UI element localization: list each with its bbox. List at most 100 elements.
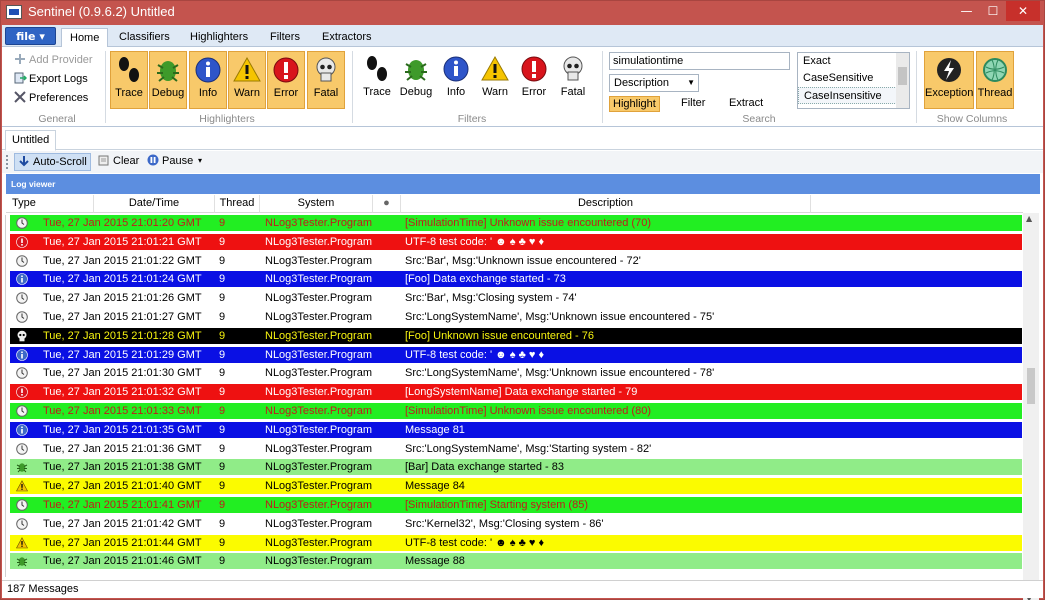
auto-scroll-label: Auto-Scroll bbox=[33, 156, 87, 168]
table-row[interactable]: Tue, 27 Jan 2015 21:01:20 GMT 9 NLog3Teste… bbox=[10, 215, 1022, 231]
clock-icon bbox=[16, 217, 28, 229]
clock-icon bbox=[16, 442, 28, 455]
table-row[interactable]: Tue, 27 Jan 2015 21:01:41 GMT 9 NLog3Teste… bbox=[10, 497, 1022, 513]
match-option-casesensitive[interactable]: CaseSensitive bbox=[798, 70, 909, 87]
table-row[interactable]: Tue, 27 Jan 2015 21:01:35 GMT 9 NLog3Teste… bbox=[10, 421, 1022, 438]
cell-system: NLog3Tester.Program bbox=[265, 423, 372, 436]
table-row[interactable]: Tue, 27 Jan 2015 21:01:21 GMT 9 NLog3Teste… bbox=[10, 233, 1022, 250]
cell-thread: 9 bbox=[219, 329, 226, 342]
table-row[interactable]: Tue, 27 Jan 2015 21:01:40 GMT 9 NLog3Teste… bbox=[10, 478, 1022, 495]
pause-button[interactable]: Pause bbox=[144, 153, 196, 171]
filter-info-label: Info bbox=[446, 86, 466, 98]
table-row[interactable]: Tue, 27 Jan 2015 21:01:22 GMT 9 NLog3Teste… bbox=[10, 252, 1022, 269]
column-header-type[interactable]: Type bbox=[6, 195, 94, 213]
column-header-exception[interactable]: ● bbox=[373, 195, 401, 213]
tab-filters[interactable]: Filters bbox=[262, 28, 308, 48]
clear-button[interactable]: Clear bbox=[95, 153, 142, 171]
scroll-thumb[interactable] bbox=[898, 67, 907, 85]
filter-warn-button[interactable]: Warn bbox=[476, 51, 514, 109]
highlight-warn-button[interactable]: Warn bbox=[228, 51, 266, 109]
app-icon[interactable] bbox=[6, 5, 22, 19]
window-title: Sentinel (0.9.6.2) Untitled bbox=[28, 4, 175, 19]
show-exception-column-button[interactable]: Exception bbox=[924, 51, 974, 109]
export-logs-button[interactable]: Export Logs bbox=[14, 71, 88, 88]
filter-fatal-button[interactable]: Fatal bbox=[554, 51, 592, 109]
tab-classifiers[interactable]: Classifiers bbox=[111, 28, 178, 48]
cell-description: UTF-8 test code: ' ☻ ♠ ♣ ♥ ♦ bbox=[405, 348, 545, 361]
tab-home[interactable]: Home bbox=[61, 28, 109, 48]
toolbar-overflow-button[interactable]: ▾ bbox=[198, 156, 202, 165]
scroll-thumb[interactable] bbox=[1027, 368, 1035, 404]
filter-trace-button[interactable]: Trace bbox=[358, 51, 396, 109]
log-scrollbar[interactable]: ▲ ▼ bbox=[1023, 213, 1039, 600]
table-row[interactable]: Tue, 27 Jan 2015 21:01:33 GMT 9 NLog3Teste… bbox=[10, 403, 1022, 419]
highlight-trace-button[interactable]: Trace bbox=[110, 51, 148, 109]
tab-highlighters[interactable]: Highlighters bbox=[182, 28, 256, 48]
log-rows: Tue, 27 Jan 2015 21:01:20 GMT 9 NLog3Teste… bbox=[2, 213, 1024, 576]
cell-description: Src:'Bar', Msg:'Closing system - 74' bbox=[405, 292, 577, 305]
column-header-description[interactable]: Description bbox=[401, 195, 811, 213]
cell-thread: 9 bbox=[219, 273, 226, 286]
highlight-debug-button[interactable]: Debug bbox=[149, 51, 187, 109]
maximize-button[interactable]: ☐ bbox=[980, 1, 1006, 21]
title-bar[interactable]: Sentinel (0.9.6.2) Untitled — ☐ ✕ bbox=[1, 1, 1044, 25]
close-button[interactable]: ✕ bbox=[1006, 1, 1040, 21]
match-option-exact[interactable]: Exact bbox=[798, 53, 909, 70]
table-row[interactable]: Tue, 27 Jan 2015 21:01:24 GMT 9 NLog3Teste… bbox=[10, 271, 1022, 288]
minimize-button[interactable]: — bbox=[953, 1, 980, 21]
highlight-info-button[interactable]: Info bbox=[189, 51, 227, 109]
table-row[interactable]: Tue, 27 Jan 2015 21:01:36 GMT 9 NLog3Teste… bbox=[10, 440, 1022, 457]
column-header-system[interactable]: System bbox=[260, 195, 373, 213]
show-exception-label: Exception bbox=[925, 87, 974, 99]
add-provider-button[interactable]: Add Provider bbox=[14, 52, 93, 69]
cell-thread: 9 bbox=[219, 405, 226, 417]
table-row[interactable]: Tue, 27 Jan 2015 21:01:42 GMT 9 NLog3Teste… bbox=[10, 515, 1022, 532]
table-row[interactable]: Tue, 27 Jan 2015 21:01:28 GMT 9 NLog3Teste… bbox=[10, 327, 1022, 344]
search-mode-extract[interactable]: Extract bbox=[726, 96, 766, 112]
group-separator bbox=[105, 51, 106, 123]
toolbar-grip[interactable] bbox=[6, 155, 9, 169]
cell-thread: 9 bbox=[219, 235, 226, 248]
table-row[interactable]: Tue, 27 Jan 2015 21:01:26 GMT 9 NLog3Teste… bbox=[10, 290, 1022, 307]
match-mode-list[interactable]: Exact CaseSensitive CaseInsensitive bbox=[797, 52, 910, 109]
preferences-button[interactable]: Preferences bbox=[14, 90, 88, 107]
table-row[interactable]: Tue, 27 Jan 2015 21:01:27 GMT 9 NLog3Teste… bbox=[10, 309, 1022, 325]
file-menu-button[interactable]: file ▾ bbox=[5, 27, 56, 45]
tab-untitled[interactable]: Untitled bbox=[5, 130, 57, 151]
table-row[interactable]: Tue, 27 Jan 2015 21:01:38 GMT 9 NLog3Teste… bbox=[10, 459, 1022, 476]
search-input[interactable]: simulationtime bbox=[609, 52, 790, 70]
table-row[interactable]: Tue, 27 Jan 2015 21:01:30 GMT 9 NLog3Teste… bbox=[10, 365, 1022, 382]
column-header-thread[interactable]: Thread bbox=[215, 195, 260, 213]
skull-icon bbox=[16, 330, 28, 342]
warning-icon bbox=[15, 480, 29, 492]
clock-icon bbox=[16, 499, 28, 511]
highlight-fatal-button[interactable]: Fatal bbox=[307, 51, 345, 109]
column-header-datetime[interactable]: Date/Time bbox=[94, 195, 215, 213]
table-row[interactable]: Tue, 27 Jan 2015 21:01:44 GMT 9 NLog3Teste… bbox=[10, 534, 1022, 551]
cell-system: NLog3Tester.Program bbox=[265, 273, 372, 286]
table-row[interactable]: Tue, 27 Jan 2015 21:01:29 GMT 9 NLog3Teste… bbox=[10, 346, 1022, 363]
filter-debug-label: Debug bbox=[399, 86, 433, 98]
cell-system: NLog3Tester.Program bbox=[265, 442, 372, 455]
add-icon bbox=[14, 53, 27, 65]
table-row[interactable]: Tue, 27 Jan 2015 21:01:46 GMT 9 NLog3Teste… bbox=[10, 553, 1022, 570]
show-thread-column-button[interactable]: Thread bbox=[976, 51, 1014, 109]
cell-datetime: Tue, 27 Jan 2015 21:01:35 GMT bbox=[43, 423, 202, 436]
cell-description: Src:'LongSystemName', Msg:'Starting syst… bbox=[405, 442, 652, 455]
cell-datetime: Tue, 27 Jan 2015 21:01:29 GMT bbox=[43, 348, 202, 361]
search-mode-highlight[interactable]: Highlight bbox=[609, 96, 660, 112]
tab-extractors[interactable]: Extractors bbox=[314, 28, 380, 48]
highlight-error-button[interactable]: Error bbox=[267, 51, 305, 109]
highlight-info-label: Info bbox=[198, 87, 218, 99]
search-field-select[interactable]: Description ▼ bbox=[609, 74, 699, 92]
filter-debug-button[interactable]: Debug bbox=[397, 51, 435, 109]
clock-icon bbox=[16, 254, 28, 267]
scroll-up-icon[interactable]: ▲ bbox=[1026, 214, 1032, 223]
match-option-caseinsensitive[interactable]: CaseInsensitive bbox=[798, 87, 909, 104]
filter-error-button[interactable]: Error bbox=[515, 51, 553, 109]
search-mode-filter[interactable]: Filter bbox=[678, 96, 708, 112]
table-row[interactable]: Tue, 27 Jan 2015 21:01:32 GMT 9 NLog3Teste… bbox=[10, 384, 1022, 401]
match-list-scrollbar[interactable] bbox=[896, 53, 909, 108]
auto-scroll-toggle[interactable]: Auto-Scroll bbox=[14, 153, 91, 171]
filter-info-button[interactable]: Info bbox=[437, 51, 475, 109]
